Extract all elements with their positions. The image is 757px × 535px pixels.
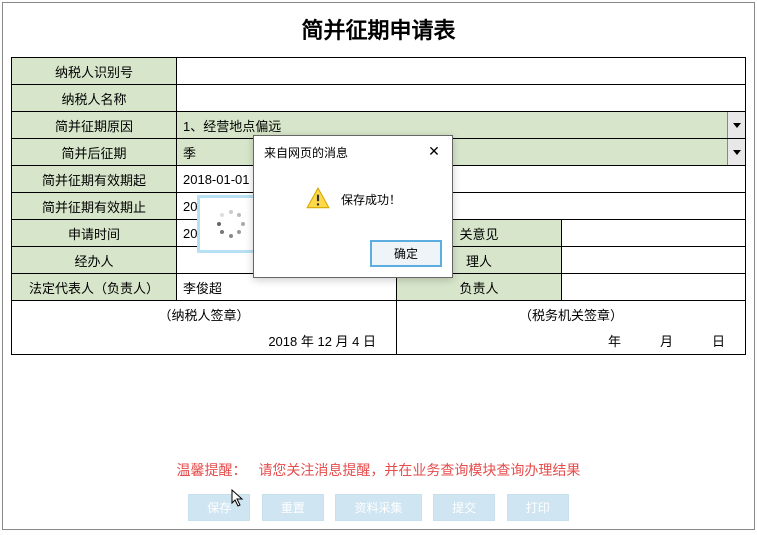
handler-right-value[interactable] [562, 247, 746, 274]
reset-button[interactable]: 重置 [262, 494, 324, 521]
warning-icon [305, 186, 331, 212]
ok-button[interactable]: 确定 [370, 240, 442, 267]
valid-from-label: 简并征期有效期起 [12, 166, 177, 193]
dialog-header: 来自网页的消息 ✕ [254, 136, 452, 168]
collect-button[interactable]: 资料采集 [335, 494, 421, 521]
chevron-down-icon[interactable] [727, 112, 745, 138]
bottom-area: 温馨提醒： 请您关注消息提醒，并在业务查询模块查询办理结果 保存 重置 资料采集… [3, 460, 754, 521]
print-button[interactable]: 打印 [507, 494, 569, 521]
responsible-value[interactable] [562, 274, 746, 301]
reminder-label: 温馨提醒： [177, 462, 247, 478]
dialog-body: 保存成功！ [254, 168, 452, 234]
reminder-text: 请您关注消息提醒，并在业务查询模块查询办理结果 [258, 462, 580, 478]
reason-label: 简并征期原因 [12, 112, 177, 139]
chevron-down-icon[interactable] [727, 139, 745, 165]
tax-opinion-value[interactable] [562, 220, 746, 247]
message-dialog: 来自网页的消息 ✕ 保存成功！ 确定 [253, 135, 453, 278]
page-title: 简并征期申请表 [3, 3, 754, 57]
button-bar: 保存 重置 资料采集 提交 打印 [3, 494, 754, 521]
taxpayer-id-value[interactable] [177, 58, 746, 85]
taxpayer-name-value[interactable] [177, 85, 746, 112]
save-button[interactable]: 保存 [188, 494, 250, 521]
date-full: 2018 年 12 月 4 日 [12, 328, 397, 355]
taxpayer-id-label: 纳税人识别号 [12, 58, 177, 85]
reason-value: 1、经营地点偏远 [183, 119, 281, 134]
taxpayer-sig-label: （纳税人签章） [12, 301, 397, 328]
tax-office-sig-label: （税务机关签章） [397, 301, 746, 328]
valid-to-label: 简并征期有效期止 [12, 193, 177, 220]
dialog-title: 来自网页的消息 [264, 144, 348, 161]
form-container: 简并征期申请表 纳税人识别号 纳税人名称 简并征期原因 1、经营地点偏远 简并后… [2, 2, 755, 530]
submit-button[interactable]: 提交 [433, 494, 495, 521]
taxpayer-name-label: 纳税人名称 [12, 85, 177, 112]
dialog-message: 保存成功！ [341, 191, 401, 208]
close-icon[interactable]: ✕ [424, 142, 444, 162]
after-period-label: 简并后征期 [12, 139, 177, 166]
handler-label: 经办人 [12, 247, 177, 274]
reminder: 温馨提醒： 请您关注消息提醒，并在业务查询模块查询办理结果 [3, 460, 754, 480]
spinner-icon [217, 210, 245, 238]
after-period-value: 季 [183, 146, 196, 161]
dialog-footer: 确定 [254, 234, 452, 277]
date-blank: 年 月 日 [397, 328, 746, 355]
apply-time-label: 申请时间 [12, 220, 177, 247]
legal-rep-label: 法定代表人（负责人） [12, 274, 177, 301]
